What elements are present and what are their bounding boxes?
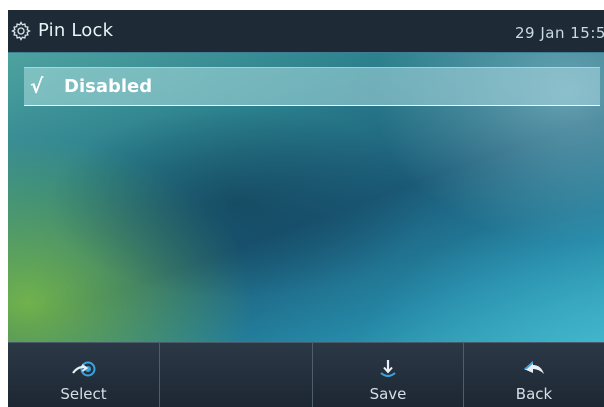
page-title: Pin Lock xyxy=(38,20,114,41)
back-arrow-icon xyxy=(524,361,544,374)
list-item-disabled[interactable]: √ Disabled xyxy=(24,67,600,106)
softkey-bar: Select Save Back xyxy=(8,342,604,407)
save-label: Save xyxy=(369,385,407,403)
select-arrow-icon xyxy=(71,361,95,377)
select-softkey[interactable]: Select xyxy=(8,343,160,407)
select-label: Select xyxy=(60,385,107,403)
date-time: 29 Jan 15:5 xyxy=(515,24,604,42)
empty-softkey[interactable] xyxy=(160,343,313,407)
back-softkey[interactable]: Back xyxy=(464,343,604,407)
list-item-label: Disabled xyxy=(64,76,153,97)
content-area: √ Disabled xyxy=(8,53,604,342)
save-softkey[interactable]: Save xyxy=(313,343,464,407)
gear-icon xyxy=(11,21,31,41)
save-icon xyxy=(380,360,396,377)
back-label: Back xyxy=(515,385,553,403)
phone-screen: Pin Lock 29 Jan 15:5 √ Disabled Select S… xyxy=(8,10,604,407)
title-bar: Pin Lock 29 Jan 15:5 xyxy=(8,10,604,53)
checkmark-icon: √ xyxy=(30,74,44,98)
